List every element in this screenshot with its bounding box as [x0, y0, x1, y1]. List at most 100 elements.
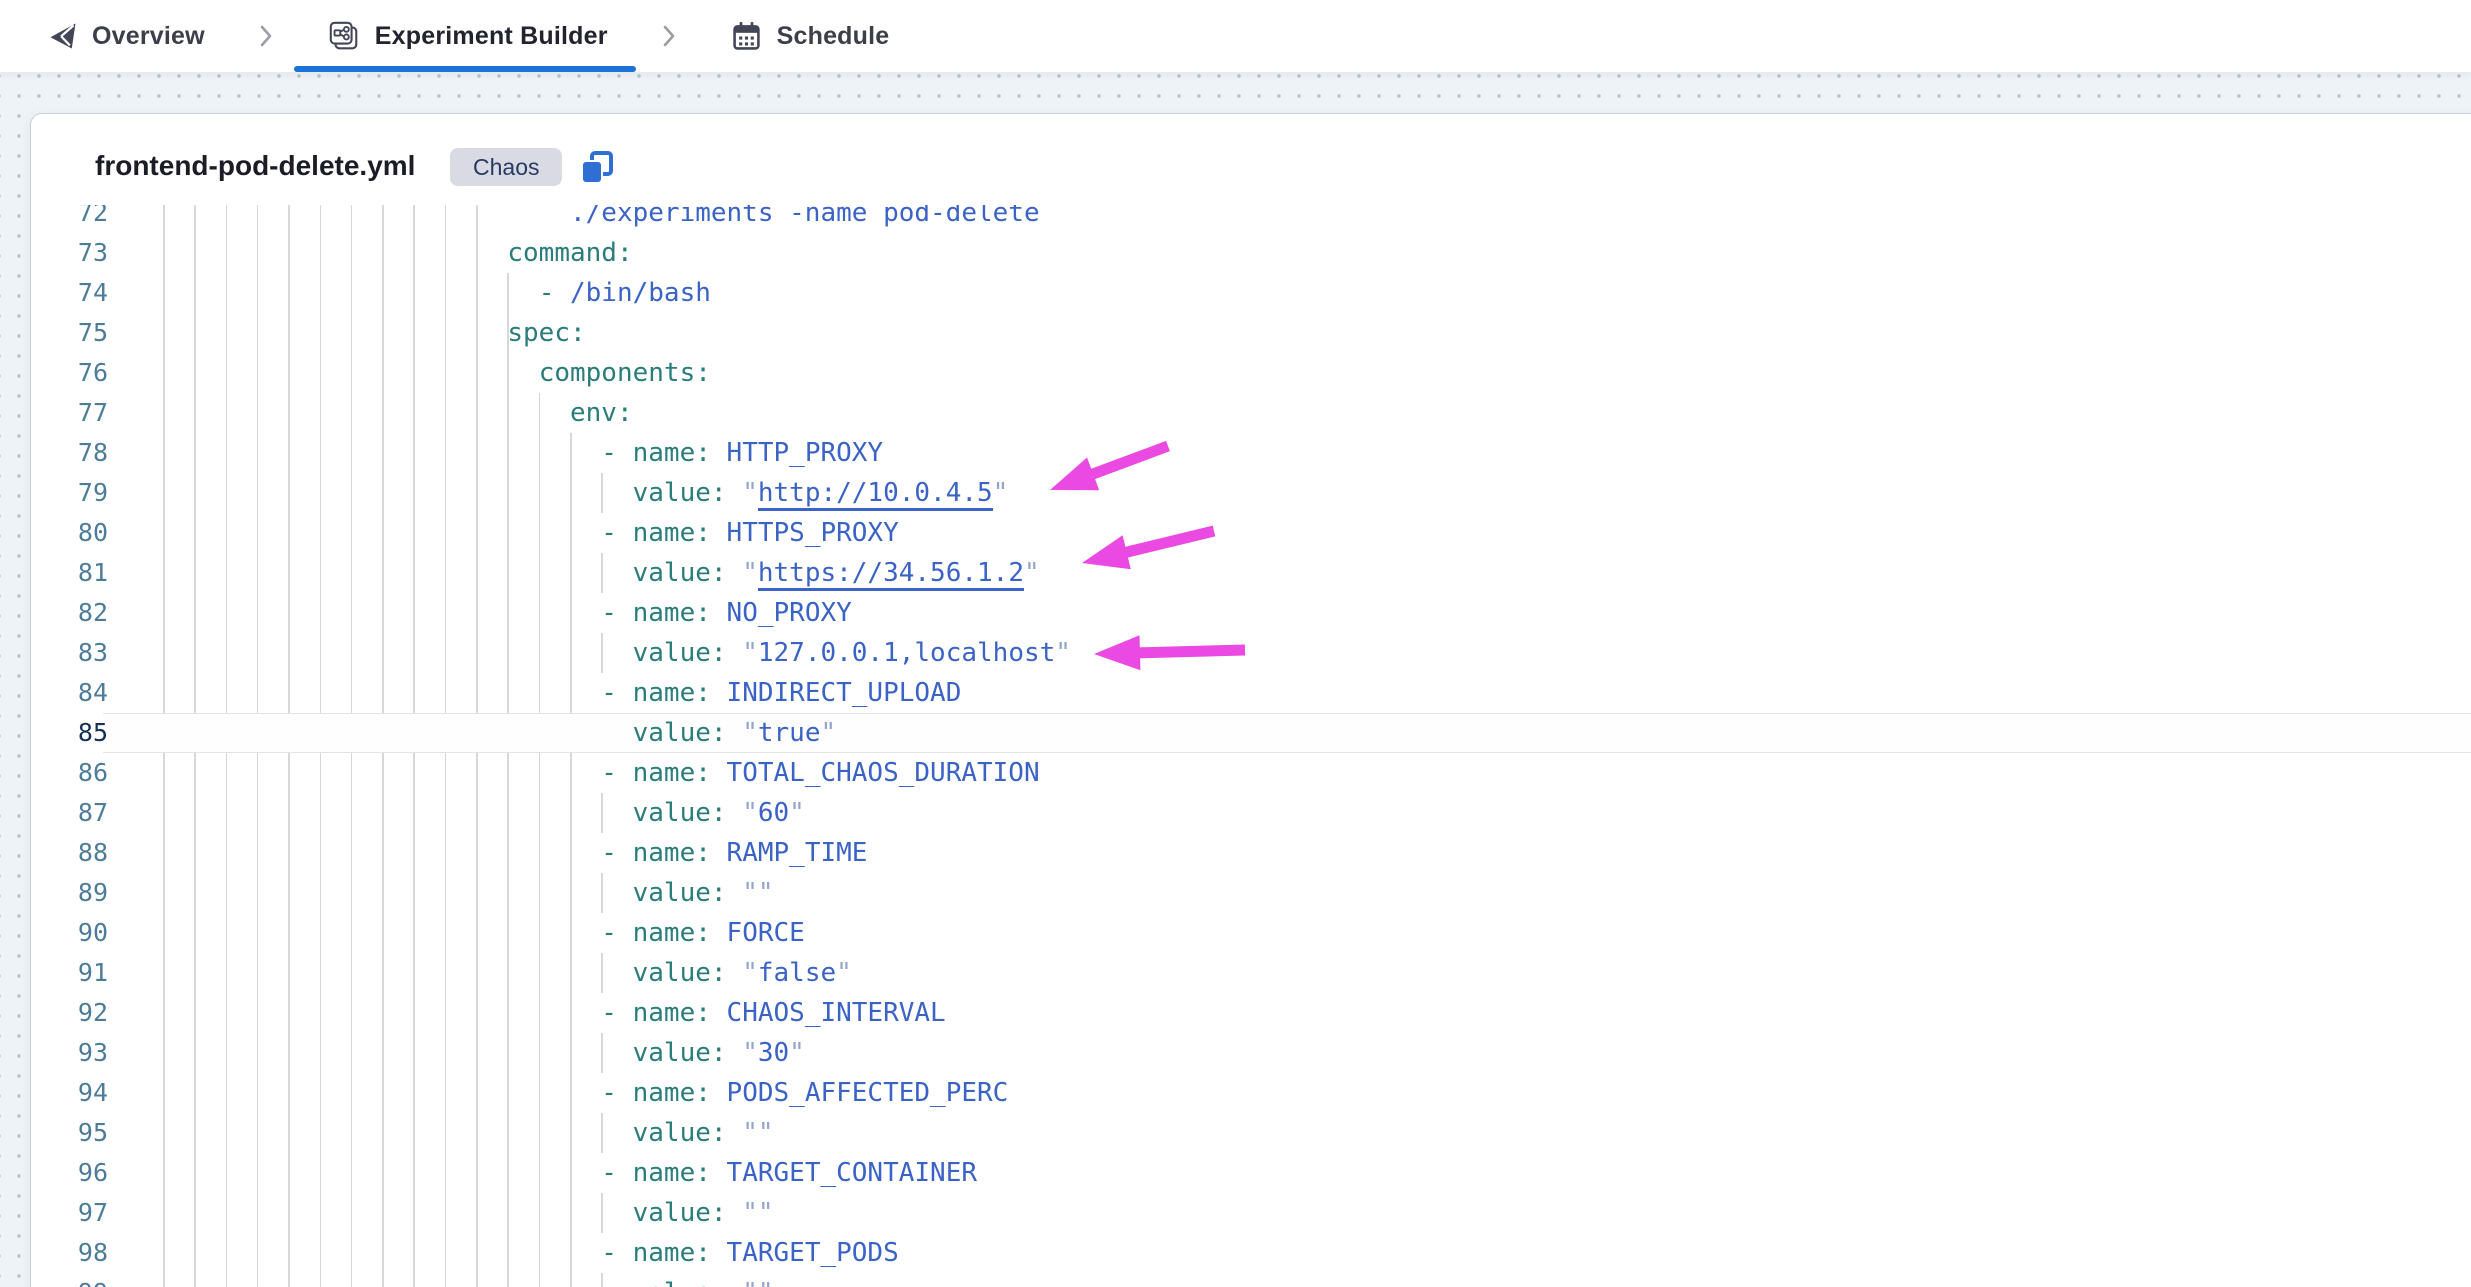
- code-token: ./experiments -name pod-delete: [570, 205, 1040, 228]
- code-line[interactable]: 98 - name: TARGET_PODS: [31, 1233, 2471, 1273]
- code-text: - name: INDIRECT_UPLOAD: [163, 673, 961, 713]
- code-token: ": [742, 1278, 758, 1287]
- file-title: frontend-pod-delete.yml: [95, 150, 415, 182]
- code-token: :: [711, 1278, 742, 1287]
- code-line[interactable]: 91 value: "false": [31, 953, 2471, 993]
- breadcrumb: Overview Experiment Builder: [0, 0, 2471, 73]
- code-token: ": [1055, 638, 1071, 668]
- code-text: value: "": [163, 1193, 774, 1233]
- line-number: 99: [31, 1273, 108, 1287]
- code-token: PODS_AFFECTED_PERC: [727, 1078, 1009, 1108]
- code-line[interactable]: 92 - name: CHAOS_INTERVAL: [31, 993, 2471, 1033]
- code-editor[interactable]: 72 ./experiments -name pod-delete73 comm…: [31, 205, 2471, 1287]
- code-token: name: [633, 1238, 696, 1268]
- code-token: ": [742, 958, 758, 988]
- line-number: 93: [31, 1033, 108, 1073]
- code-line[interactable]: 90 - name: FORCE: [31, 913, 2471, 953]
- code-text: - name: HTTPS_PROXY: [163, 513, 899, 553]
- code-token: :: [695, 1238, 726, 1268]
- code-line[interactable]: 82 - name: NO_PROXY: [31, 593, 2471, 633]
- code-token: :: [711, 1038, 742, 1068]
- code-line[interactable]: 80 - name: HTTPS_PROXY: [31, 513, 2471, 553]
- copy-button[interactable]: [577, 148, 619, 190]
- line-number: 86: [31, 753, 108, 793]
- chevron-right-icon: [259, 24, 273, 48]
- code-token: value: [633, 638, 711, 668]
- code-text: - name: FORCE: [163, 913, 805, 953]
- code-line[interactable]: 77 env:: [31, 393, 2471, 433]
- code-line[interactable]: 84 - name: INDIRECT_UPLOAD: [31, 673, 2471, 713]
- tab-overview[interactable]: Overview: [48, 0, 205, 72]
- chevron-right-icon: [662, 24, 676, 48]
- code-line[interactable]: 76 components:: [31, 353, 2471, 393]
- code-token: name: [633, 678, 696, 708]
- code-line[interactable]: 72 ./experiments -name pod-delete: [31, 205, 2471, 233]
- code-line[interactable]: 79 value: "http://10.0.4.5": [31, 473, 2471, 513]
- code-token: :: [695, 1158, 726, 1188]
- code-token: ": [742, 558, 758, 588]
- code-token: :: [711, 718, 742, 748]
- line-number: 85: [31, 713, 108, 753]
- code-line[interactable]: 81 value: "https://34.56.1.2": [31, 553, 2471, 593]
- code-line[interactable]: 87 value: "60": [31, 793, 2471, 833]
- code-line[interactable]: 85 value: "true": [31, 713, 2471, 753]
- code-token: command: [507, 238, 617, 268]
- code-line[interactable]: 96 - name: TARGET_CONTAINER: [31, 1153, 2471, 1193]
- code-token: -: [601, 1238, 632, 1268]
- code-line[interactable]: 93 value: "30": [31, 1033, 2471, 1073]
- code-token: value: [633, 1038, 711, 1068]
- code-token: 30: [758, 1038, 789, 1068]
- code-line[interactable]: 83 value: "127.0.0.1,localhost": [31, 633, 2471, 673]
- code-token: name: [633, 838, 696, 868]
- code-token: INDIRECT_UPLOAD: [727, 678, 962, 708]
- line-number: 89: [31, 873, 108, 913]
- code-line[interactable]: 97 value: "": [31, 1193, 2471, 1233]
- code-line[interactable]: 75 spec:: [31, 313, 2471, 353]
- code-text: value: "false": [163, 953, 852, 993]
- code-line[interactable]: 78 - name: HTTP_PROXY: [31, 433, 2471, 473]
- code-text: - name: HTTP_PROXY: [163, 433, 883, 473]
- code-text: value: "": [163, 1273, 774, 1287]
- code-line[interactable]: 88 - name: RAMP_TIME: [31, 833, 2471, 873]
- code-text: - name: TOTAL_CHAOS_DURATION: [163, 753, 1040, 793]
- code-text: ./experiments -name pod-delete: [163, 205, 1040, 233]
- code-token: ": [742, 478, 758, 508]
- code-line[interactable]: 89 value: "": [31, 873, 2471, 913]
- url-link[interactable]: https://34.56.1.2: [758, 558, 1024, 591]
- tab-schedule[interactable]: Schedule: [730, 0, 890, 72]
- code-line[interactable]: 73 command:: [31, 233, 2471, 273]
- line-number: 98: [31, 1233, 108, 1273]
- code-line[interactable]: 86 - name: TOTAL_CHAOS_DURATION: [31, 753, 2471, 793]
- code-line[interactable]: 99 value: "": [31, 1273, 2471, 1287]
- line-number: 84: [31, 673, 108, 713]
- line-number: 94: [31, 1073, 108, 1113]
- line-number: 95: [31, 1113, 108, 1153]
- code-token: -: [601, 518, 632, 548]
- code-token: :: [711, 798, 742, 828]
- code-token: 60: [758, 798, 789, 828]
- code-token: ": [742, 1198, 758, 1228]
- code-text: value: "true": [163, 713, 836, 753]
- code-token: :: [695, 358, 711, 388]
- code-token: name: [633, 1078, 696, 1108]
- code-token: TARGET_PODS: [727, 1238, 899, 1268]
- code-line[interactable]: 95 value: "": [31, 1113, 2471, 1153]
- code-token: ": [742, 638, 758, 668]
- line-number: 83: [31, 633, 108, 673]
- copy-icon: [577, 149, 617, 189]
- code-line[interactable]: 74 - /bin/bash: [31, 273, 2471, 313]
- code-token: HTTPS_PROXY: [727, 518, 899, 548]
- code-token: TARGET_CONTAINER: [727, 1158, 977, 1188]
- code-token: :: [711, 1198, 742, 1228]
- code-token: :: [695, 838, 726, 868]
- tab-experiment-builder[interactable]: Experiment Builder: [327, 0, 608, 72]
- code-token: ": [758, 1198, 774, 1228]
- code-token: name: [633, 598, 696, 628]
- canvas-background: frontend-pod-delete.yml Chaos 72 ./exper…: [0, 73, 2471, 1287]
- code-text: value: "http://10.0.4.5": [163, 473, 1008, 513]
- experiment-builder-icon: [327, 19, 361, 53]
- code-token: FORCE: [727, 918, 805, 948]
- url-link[interactable]: http://10.0.4.5: [758, 478, 993, 511]
- code-line[interactable]: 94 - name: PODS_AFFECTED_PERC: [31, 1073, 2471, 1113]
- code-token: ": [742, 798, 758, 828]
